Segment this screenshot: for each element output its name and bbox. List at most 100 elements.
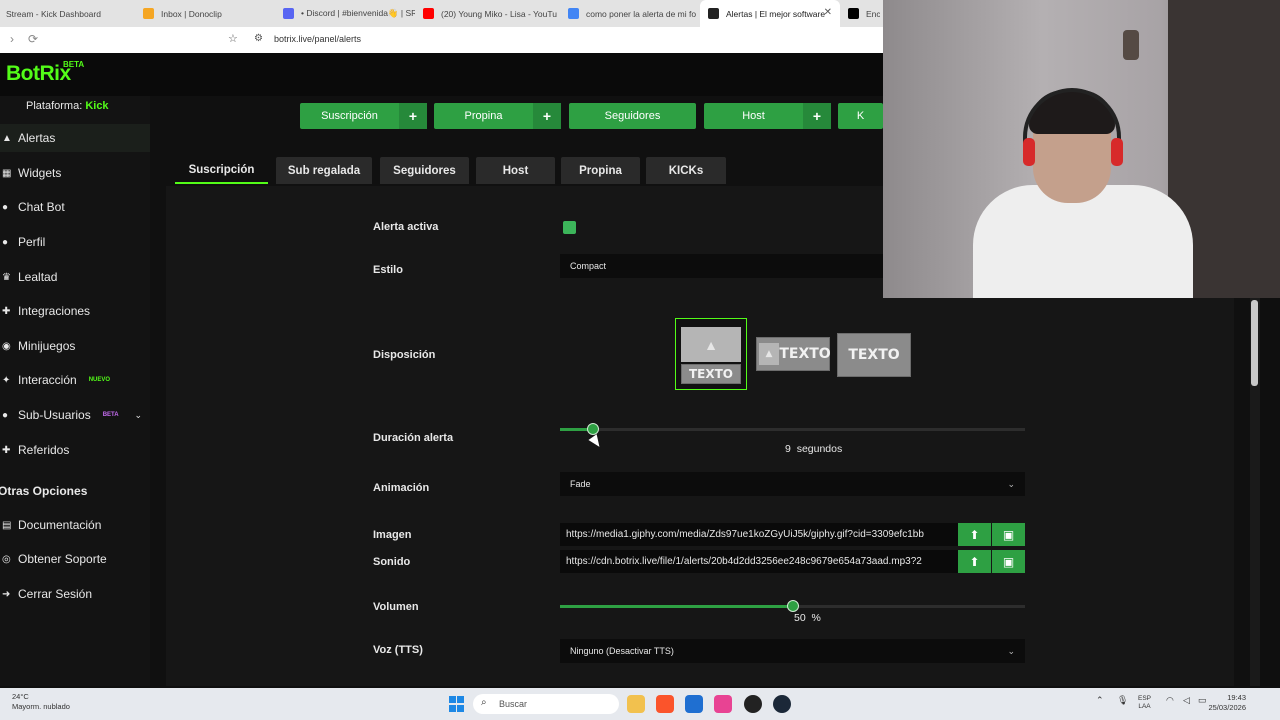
layout-option-text-over-image[interactable]: TEXTO bbox=[837, 333, 911, 377]
sound-upload-button[interactable]: ⬆ bbox=[958, 550, 991, 573]
browser-tab[interactable]: Alertas | El mejor software ✕ bbox=[700, 0, 840, 27]
scrollbar-thumb[interactable] bbox=[1251, 300, 1258, 386]
obs-icon[interactable] bbox=[744, 695, 762, 713]
sidebar-item-label: Integraciones bbox=[18, 304, 91, 318]
volume-icon[interactable]: ◁ bbox=[1183, 695, 1190, 706]
duration-slider-thumb[interactable] bbox=[586, 423, 599, 435]
tray-overflow-icon[interactable]: ⌃ bbox=[1096, 695, 1104, 706]
forward-icon[interactable]: › bbox=[10, 32, 14, 46]
alert-type-label: Host bbox=[742, 110, 765, 122]
sidebar-item-cerrar-sesi-n[interactable]: ➜ Cerrar Sesión bbox=[0, 580, 150, 608]
weather-widget[interactable]: 24°C Mayorm. nublado bbox=[12, 692, 70, 712]
tts-select[interactable]: Ninguno (Desactivar TTS) ⌄ bbox=[560, 639, 1025, 663]
app-logo[interactable]: BotRix bbox=[6, 62, 71, 86]
book-icon: ▤ bbox=[2, 519, 12, 531]
sidebar-item-lealtad[interactable]: ♛ Lealtad bbox=[0, 263, 150, 291]
volume-slider-thumb[interactable] bbox=[786, 600, 799, 612]
browser-tab[interactable]: como poner la alerta de mi fo bbox=[560, 0, 700, 27]
browser-tab[interactable]: Inbox | Donoclip bbox=[135, 0, 275, 27]
close-tab-icon[interactable]: ✕ bbox=[824, 7, 832, 18]
upload-icon: ⬆ bbox=[969, 527, 980, 542]
battery-icon[interactable]: ▭ bbox=[1198, 695, 1207, 706]
steam-icon[interactable] bbox=[773, 695, 791, 713]
reload-icon[interactable]: ⟳ bbox=[28, 32, 38, 46]
sidebar-item-chat-bot[interactable]: ● Chat Bot bbox=[0, 193, 150, 221]
duration-slider-track[interactable] bbox=[560, 428, 1025, 431]
sidebar-item-sub-usuarios[interactable]: ● Sub-Usuarios BETA ⌄ bbox=[0, 401, 150, 429]
site-info-icon[interactable]: ⚙ bbox=[254, 33, 263, 44]
alert-type-button[interactable]: Suscripción + bbox=[300, 103, 427, 129]
tab-kicks[interactable]: KICKs bbox=[646, 157, 726, 184]
wifi-icon[interactable]: ◠ bbox=[1166, 695, 1174, 706]
active-checkbox[interactable] bbox=[563, 221, 576, 234]
sidebar-item-label: Lealtad bbox=[18, 270, 58, 284]
weather-desc: Mayorm. nublado bbox=[12, 702, 70, 711]
alert-type-label: Suscripción bbox=[321, 110, 378, 122]
windows-start-icon[interactable] bbox=[449, 696, 465, 712]
sidebar-item-label: Documentación bbox=[18, 518, 102, 532]
sidebar-item-alertas[interactable]: ▲ Alertas bbox=[0, 124, 150, 152]
image-upload-button[interactable]: ⬆ bbox=[958, 523, 991, 546]
tab-title: • Discord | #bienvenida👋 | SR bbox=[301, 8, 415, 18]
tab-host[interactable]: Host bbox=[476, 157, 555, 184]
alert-type-label: Seguidores bbox=[604, 110, 661, 122]
instagram-icon[interactable] bbox=[714, 695, 732, 713]
clock-date: 25/03/2026 bbox=[1208, 703, 1246, 712]
weather-temp: 24°C bbox=[12, 692, 29, 701]
sidebar-item-integraciones[interactable]: ✚ Integraciones bbox=[0, 297, 150, 325]
sidebar-item-referidos[interactable]: ✚ Referidos bbox=[0, 436, 150, 464]
bookmark-icon[interactable]: ☆ bbox=[228, 32, 238, 45]
duration-label: Duración alerta bbox=[373, 432, 454, 444]
language-indicator[interactable]: ESP LAA bbox=[1138, 695, 1151, 711]
layout-text-label: TEXTO bbox=[779, 346, 831, 362]
tab-propina[interactable]: Propina bbox=[561, 157, 640, 184]
sidebar-item-perfil[interactable]: ● Perfil bbox=[0, 228, 150, 256]
sidebar-item-obtener-soporte[interactable]: ◎ Obtener Soporte bbox=[0, 545, 150, 573]
browser-tab[interactable]: Encue bbox=[840, 0, 880, 27]
tab-favicon-icon bbox=[708, 8, 719, 19]
alert-type-button[interactable]: Propina + bbox=[434, 103, 561, 129]
microphone-icon[interactable]: 🎙 bbox=[1117, 695, 1128, 706]
layout-option-image-top[interactable]: ▲ TEXTO bbox=[675, 318, 747, 390]
sidebar-item-interacci-n[interactable]: ✦ Interacción NUEVO bbox=[0, 366, 150, 394]
tab-sub-regalada[interactable]: Sub regalada bbox=[276, 157, 372, 184]
sidebar-item-widgets[interactable]: ▦ Widgets bbox=[0, 159, 150, 187]
gallery-icon: ▣ bbox=[1002, 527, 1015, 542]
style-value: Compact bbox=[570, 261, 607, 271]
plus-icon[interactable]: + bbox=[533, 103, 561, 129]
animation-value: Fade bbox=[570, 479, 591, 489]
sound-url-value: https://cdn.botrix.live/file/1/alerts/20… bbox=[566, 556, 922, 567]
sidebar-item-minijuegos[interactable]: ◉ Minijuegos bbox=[0, 332, 150, 360]
chevron-down-icon[interactable]: ⌄ bbox=[134, 410, 142, 421]
taskbar-clock[interactable]: 19:43 25/03/2026 bbox=[1208, 693, 1246, 713]
taskbar-search[interactable]: ⌕ Buscar bbox=[473, 694, 619, 714]
url-field[interactable]: botrix.live/panel/alerts bbox=[274, 34, 361, 44]
plus-icon[interactable]: + bbox=[399, 103, 427, 129]
image-url-input[interactable]: https://media1.giphy.com/media/Zds97ue1k… bbox=[560, 523, 958, 546]
users-icon: ● bbox=[2, 409, 9, 421]
sidebar-item-documentaci-n[interactable]: ▤ Documentación bbox=[0, 511, 150, 539]
browser-tab[interactable]: Stream - Kick Dashboard bbox=[0, 0, 135, 27]
volume-slider-fill bbox=[560, 605, 793, 608]
plus-icon[interactable]: + bbox=[803, 103, 831, 129]
image-gallery-button[interactable]: ▣ bbox=[992, 523, 1025, 546]
alert-type-button[interactable]: Seguidores bbox=[569, 103, 696, 129]
tab-seguidores[interactable]: Seguidores bbox=[380, 157, 469, 184]
brave-browser-icon[interactable] bbox=[656, 695, 674, 713]
file-explorer-icon[interactable] bbox=[627, 695, 645, 713]
animation-select[interactable]: Fade ⌄ bbox=[560, 472, 1025, 496]
sidebar-item-label: Minijuegos bbox=[18, 339, 76, 353]
tab-title: como poner la alerta de mi fo bbox=[586, 8, 697, 19]
alert-type-button[interactable]: K bbox=[838, 103, 883, 129]
alert-type-button[interactable]: Host + bbox=[704, 103, 831, 129]
chevron-down-icon: ⌄ bbox=[1007, 478, 1015, 489]
sound-url-input[interactable]: https://cdn.botrix.live/file/1/alerts/20… bbox=[560, 550, 958, 573]
layout-option-image-left[interactable]: ▲ TEXTO bbox=[756, 337, 831, 371]
sound-gallery-button[interactable]: ▣ bbox=[992, 550, 1025, 573]
browser-tab[interactable]: • Discord | #bienvenida👋 | SR bbox=[275, 0, 415, 27]
browser-tab[interactable]: (20) Young Miko - Lisa - YouTu bbox=[415, 0, 560, 27]
tab-suscripci-n[interactable]: Suscripción bbox=[175, 157, 268, 184]
style-select[interactable]: Compact bbox=[560, 254, 883, 278]
outlook-icon[interactable] bbox=[685, 695, 703, 713]
sidebar-section-title: Otras Opciones bbox=[0, 484, 88, 498]
